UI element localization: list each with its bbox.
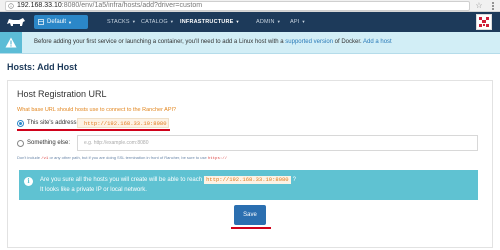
custom-url-input[interactable]: e.g. http://example.com:8080 <box>77 135 478 151</box>
save-button[interactable]: Save <box>234 205 266 225</box>
nav-infrastructure[interactable]: INFRASTRUCTURE ▼ <box>180 16 240 28</box>
page-title: Hosts: Add Host <box>7 62 78 72</box>
nav-catalog[interactable]: CATALOG ▼ <box>141 16 174 28</box>
url-host: 192.168.33.10 <box>17 2 62 9</box>
alert-icon-box <box>0 32 22 53</box>
private-ip-info-box: i Are you sure all the hosts you will cr… <box>19 170 478 200</box>
avatar-identicon-icon <box>479 17 489 27</box>
browser-menu-icon[interactable] <box>488 1 498 11</box>
site-option-highlight-underline <box>17 129 170 131</box>
chevron-down-icon: ▼ <box>68 19 72 25</box>
address-bar[interactable]: 192.168.33.10:8080/env/1a5/infra/hosts/a… <box>5 1 470 11</box>
chevron-down-icon: ▼ <box>276 19 281 24</box>
chevron-down-icon: ▼ <box>169 19 175 24</box>
add-host-link[interactable]: Add a host <box>363 39 392 45</box>
chevron-down-icon: ▼ <box>301 19 306 24</box>
url-path: :8080/env/1a5/infra/hosts/add?driver=cus… <box>61 2 203 9</box>
chevron-down-icon: ▼ <box>235 19 240 24</box>
environment-switcher[interactable]: Default ▼ <box>34 15 88 29</box>
nav-admin[interactable]: ADMIN ▼ <box>256 16 281 28</box>
environment-icon <box>38 19 44 25</box>
something-else-label: Something else: <box>27 140 71 146</box>
url-hint: Don't include /v1 or any other path, but… <box>17 155 228 161</box>
info-icon: i <box>24 177 33 186</box>
info-question: Are you sure all the hosts you will crea… <box>40 176 296 184</box>
save-highlight-underline <box>231 227 271 229</box>
bookmark-star-icon[interactable]: ☆ <box>474 1 484 11</box>
rancher-logo-icon[interactable] <box>4 15 28 29</box>
option-this-site[interactable]: This site's address: <box>17 117 78 129</box>
add-host-alert: Before adding your first service or laun… <box>0 32 500 54</box>
user-avatar[interactable] <box>476 14 492 30</box>
environment-label: Default <box>47 19 67 25</box>
top-navbar: Default ▼ STACKS ▼ CATALOG ▼ INFRASTRUCTURE… <box>0 12 500 32</box>
host-registration-panel: Host Registration URL What base URL shou… <box>7 80 493 248</box>
hint-code-https: https:// <box>207 157 228 161</box>
alert-message: Before adding your first service or laun… <box>34 39 392 45</box>
panel-subtitle: What base URL should hosts use to connec… <box>17 107 177 113</box>
this-site-label: This site's address: <box>27 120 79 126</box>
browser-toolbar: 192.168.33.10:8080/env/1a5/infra/hosts/a… <box>0 0 500 12</box>
site-address-value: http://192.168.33.10:8080 <box>77 118 169 128</box>
nav-api[interactable]: API ▼ <box>290 16 306 28</box>
supported-version-link[interactable]: supported version <box>285 39 333 45</box>
chevron-down-icon: ▼ <box>131 19 136 24</box>
option-something-else[interactable]: Something else: <box>17 137 70 149</box>
warning-icon <box>5 37 17 48</box>
info-note: It looks like a private IP or local netw… <box>40 187 147 193</box>
something-else-radio[interactable] <box>17 139 24 147</box>
this-site-radio[interactable] <box>17 119 24 127</box>
panel-title: Host Registration URL <box>17 89 107 99</box>
info-address: http://192.168.33.10:8080 <box>204 176 291 184</box>
nav-stacks[interactable]: STACKS ▼ <box>107 16 136 28</box>
page-info-icon[interactable] <box>8 3 14 9</box>
